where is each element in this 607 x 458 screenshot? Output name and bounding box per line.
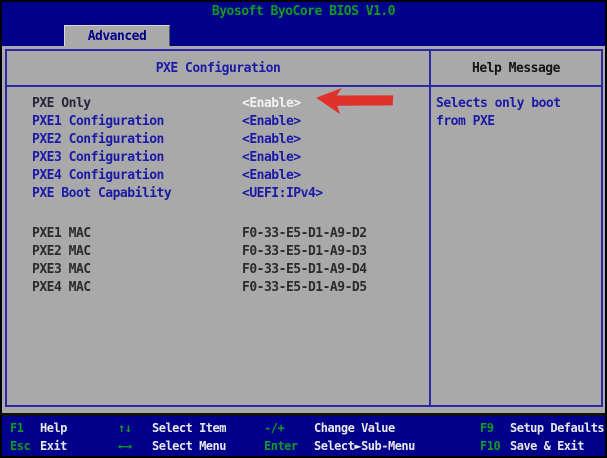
option-value[interactable]: <Enable> [242, 95, 301, 113]
option-label: PXE4 Configuration [32, 167, 164, 185]
key-leftright-label: Select Menu [152, 437, 226, 455]
key-f9: F9 [480, 419, 493, 437]
option-value[interactable]: <Enable> [242, 131, 301, 149]
mac-value: F0-33-E5-D1-A9-D3 [242, 243, 367, 261]
key-f10: F10 [480, 437, 500, 455]
hotkey-bar: F1 Help ↑↓ Select Item -/+ Change Value … [2, 413, 605, 456]
readonly-pxe3-mac: PXE3 MAC F0-33-E5-D1-A9-D4 [7, 261, 429, 279]
option-pxe-only[interactable]: PXE Only <Enable> [7, 95, 429, 113]
page-title: PXE Configuration [7, 51, 431, 85]
key-updown-label: Select Item [152, 419, 226, 437]
option-label: PXE3 Configuration [32, 149, 164, 167]
option-pxe1-configuration[interactable]: PXE1 Configuration <Enable> [7, 113, 429, 131]
option-value[interactable]: <Enable> [242, 149, 301, 167]
mac-value: F0-33-E5-D1-A9-D5 [242, 279, 367, 297]
help-panel: Selects only boot from PXE [431, 87, 601, 405]
tab-advanced[interactable]: Advanced [64, 25, 170, 46]
mac-label: PXE3 MAC [32, 261, 91, 279]
key-leftright-icon: ←→ [118, 437, 131, 455]
readonly-pxe4-mac: PXE4 MAC F0-33-E5-D1-A9-D5 [7, 279, 429, 297]
option-pxe4-configuration[interactable]: PXE4 Configuration <Enable> [7, 167, 429, 185]
mac-label: PXE2 MAC [32, 243, 91, 261]
panel-body: PXE Only <Enable> PXE1 Configuration <En… [7, 87, 601, 405]
key-minus-plus-label: Change Value [314, 419, 395, 437]
option-label: PXE2 Configuration [32, 131, 164, 149]
help-text: Selects only boot from PXE [436, 95, 586, 131]
menu-tab-bar: Advanced [2, 22, 605, 46]
key-f9-label: Setup Defaults [510, 419, 604, 437]
panel-header: PXE Configuration Help Message [7, 51, 601, 87]
help-panel-title: Help Message [431, 51, 601, 85]
option-value[interactable]: <Enable> [242, 167, 301, 185]
option-label: PXE Boot Capability [32, 185, 171, 203]
hotkey-row-2: Esc Exit ←→ Select Menu Enter Select►Sub… [2, 437, 605, 455]
key-f1-label: Help [40, 419, 67, 437]
key-esc-label: Exit [40, 437, 67, 455]
key-minus-plus: -/+ [264, 419, 284, 437]
option-label: PXE Only [32, 95, 91, 113]
options-list: PXE Only <Enable> PXE1 Configuration <En… [7, 87, 431, 405]
mac-label: PXE1 MAC [32, 225, 91, 243]
mac-value: F0-33-E5-D1-A9-D2 [242, 225, 367, 243]
option-value[interactable]: <Enable> [242, 113, 301, 131]
key-f10-label: Save & Exit [510, 437, 584, 455]
readonly-pxe2-mac: PXE2 MAC F0-33-E5-D1-A9-D3 [7, 243, 429, 261]
readonly-pxe1-mac: PXE1 MAC F0-33-E5-D1-A9-D2 [7, 225, 429, 243]
bios-setup-screen: Byosoft ByoCore BIOS V1.0 Advanced PXE C… [0, 0, 607, 458]
option-label: PXE1 Configuration [32, 113, 164, 131]
key-updown-icon: ↑↓ [118, 419, 131, 437]
key-enter: Enter [264, 437, 298, 455]
option-pxe2-configuration[interactable]: PXE2 Configuration <Enable> [7, 131, 429, 149]
mac-label: PXE4 MAC [32, 279, 91, 297]
mac-value: F0-33-E5-D1-A9-D4 [242, 261, 367, 279]
key-f1: F1 [10, 419, 23, 437]
option-pxe3-configuration[interactable]: PXE3 Configuration <Enable> [7, 149, 429, 167]
bios-title: Byosoft ByoCore BIOS V1.0 [2, 2, 605, 22]
key-esc: Esc [10, 437, 30, 455]
main-panel: PXE Configuration Help Message PXE Only … [5, 49, 603, 407]
option-value[interactable]: <UEFI:IPv4> [242, 185, 323, 203]
option-pxe-boot-capability[interactable]: PXE Boot Capability <UEFI:IPv4> [7, 185, 429, 203]
key-enter-label: Select►Sub-Menu [314, 437, 415, 455]
hotkey-row-1: F1 Help ↑↓ Select Item -/+ Change Value … [2, 419, 605, 437]
